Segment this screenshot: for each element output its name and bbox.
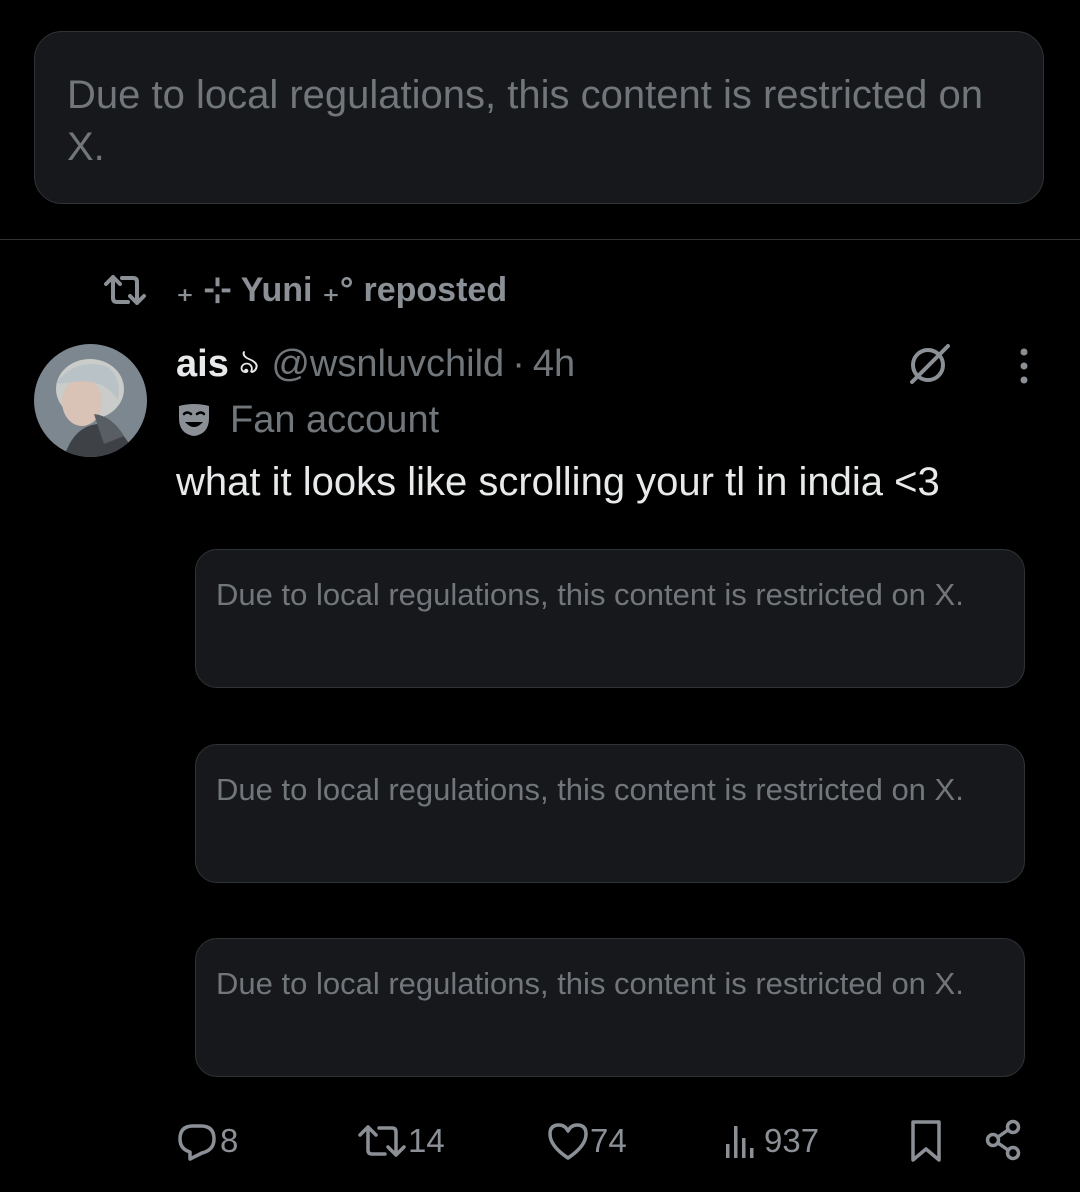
restricted-media-card: Due to local regulations, this content i…: [195, 744, 1025, 883]
restricted-notice-text: Due to local regulations, this content i…: [67, 73, 984, 169]
share-icon[interactable]: [984, 1118, 1024, 1162]
account-label: Fan account: [176, 396, 439, 444]
repost-icon: [104, 275, 146, 305]
author-emoji: ঌ: [238, 342, 260, 381]
avatar-image: [34, 344, 147, 457]
separator-dot: ·: [512, 342, 525, 385]
post-header: ais ঌ @wsnluvchild · 4h: [176, 340, 575, 388]
account-label-text: Fan account: [230, 398, 440, 441]
heart-icon: [548, 1123, 588, 1160]
repost-icon: [358, 1125, 406, 1157]
post-text: what it looks like scrolling your tl in …: [176, 460, 940, 504]
bookmark-icon[interactable]: [908, 1118, 944, 1164]
author-handle[interactable]: @wsnluvchild: [271, 343, 504, 386]
restricted-notice-top: Due to local regulations, this content i…: [34, 31, 1044, 204]
divider: [0, 239, 1080, 240]
repost-line[interactable]: ₊ ⊹ Yuni ₊° reposted: [102, 268, 507, 312]
like-count: 74: [590, 1122, 627, 1159]
more-options-icon[interactable]: [1010, 346, 1038, 386]
reply-count: 8: [220, 1122, 239, 1159]
restricted-media-card: Due to local regulations, this content i…: [195, 549, 1025, 688]
reposter-name[interactable]: ₊ ⊹ Yuni ₊°: [176, 270, 354, 310]
mask-icon: [179, 404, 209, 436]
restricted-media-text: Due to local regulations, this content i…: [216, 772, 964, 807]
views-icon: [726, 1126, 754, 1158]
repost-suffix: reposted: [363, 270, 508, 309]
restricted-media-text: Due to local regulations, this content i…: [216, 966, 964, 1001]
views-count: 937: [764, 1122, 820, 1159]
like-button[interactable]: 74: [546, 1116, 627, 1166]
restricted-media-card: Due to local regulations, this content i…: [195, 938, 1025, 1077]
repost-count: 14: [408, 1122, 445, 1159]
avatar[interactable]: [34, 344, 147, 457]
reply-icon: [178, 1124, 216, 1161]
restricted-media-text: Due to local regulations, this content i…: [216, 577, 964, 612]
reply-button[interactable]: 8: [176, 1116, 238, 1166]
author-name[interactable]: ais: [176, 343, 229, 386]
post-time[interactable]: 4h: [533, 343, 575, 386]
grok-icon[interactable]: [904, 338, 954, 388]
views-button[interactable]: 937: [722, 1116, 819, 1166]
repost-button[interactable]: 14: [356, 1116, 445, 1166]
